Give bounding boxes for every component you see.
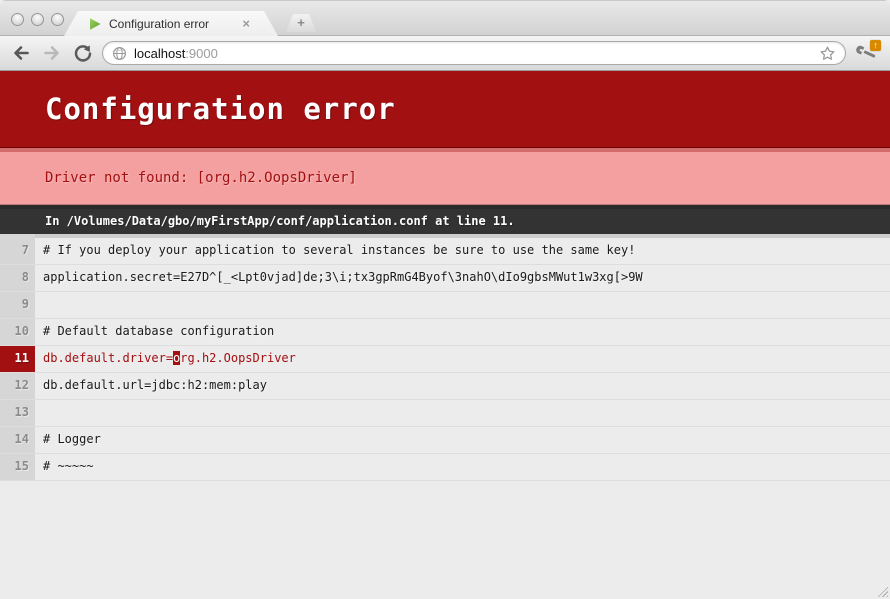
forward-button[interactable] bbox=[40, 41, 64, 65]
code-line-14: 14 # Logger bbox=[0, 427, 890, 454]
code-text: application.secret=E27D^[_<Lpt0vjad]de;3… bbox=[35, 265, 890, 291]
code-text bbox=[35, 400, 890, 426]
line-number: 9 bbox=[0, 292, 35, 318]
tab-close-icon[interactable]: × bbox=[242, 17, 250, 30]
code-text: db.default.url=jdbc:h2:mem:play bbox=[35, 373, 890, 399]
minimize-window-button[interactable] bbox=[31, 13, 44, 26]
resize-grip-icon[interactable] bbox=[875, 584, 888, 597]
url-host: localhost bbox=[134, 46, 185, 61]
code-line-10: 10 # Default database configuration bbox=[0, 319, 890, 346]
code-line-9: 9 bbox=[0, 292, 890, 319]
tab-title: Configuration error bbox=[109, 17, 209, 31]
wrench-menu-button[interactable]: ↑ bbox=[853, 40, 881, 66]
code-line-15: 15 # ~~~~~ bbox=[0, 454, 890, 481]
arrow-right-icon bbox=[42, 43, 62, 63]
error-page: Configuration error Driver not found: [o… bbox=[0, 71, 890, 481]
globe-icon bbox=[112, 46, 127, 61]
code-text: # If you deploy your application to seve… bbox=[35, 234, 890, 264]
code-text: # ~~~~~ bbox=[35, 454, 890, 480]
url-text: localhost:9000 bbox=[134, 46, 218, 61]
code-text-before-marker: db.default.driver= bbox=[43, 351, 173, 365]
code-text bbox=[35, 292, 890, 318]
line-number: 8 bbox=[0, 265, 35, 291]
code-text: # Logger bbox=[35, 427, 890, 453]
line-number: 13 bbox=[0, 400, 35, 426]
code-text-after-marker: rg.h2.OopsDriver bbox=[180, 351, 296, 365]
zoom-window-button[interactable] bbox=[51, 13, 64, 26]
line-number: 10 bbox=[0, 319, 35, 345]
line-number: 15 bbox=[0, 454, 35, 480]
browser-window: Configuration error × + bbox=[0, 0, 890, 599]
reload-button[interactable] bbox=[71, 41, 95, 65]
code-listing: 7 # If you deploy your application to se… bbox=[0, 234, 890, 481]
line-number: 12 bbox=[0, 373, 35, 399]
star-icon bbox=[819, 45, 836, 62]
arrow-left-icon bbox=[11, 43, 31, 63]
line-number: 11 bbox=[0, 346, 35, 372]
code-text: # Default database configuration bbox=[35, 319, 890, 345]
back-button[interactable] bbox=[9, 41, 33, 65]
play-favicon-icon bbox=[88, 17, 102, 31]
url-port: :9000 bbox=[185, 46, 218, 61]
tab-strip: Configuration error × + bbox=[0, 0, 890, 36]
new-tab-button[interactable]: + bbox=[286, 14, 316, 32]
code-line-7: 7 # If you deploy your application to se… bbox=[0, 234, 890, 265]
update-badge-icon: ↑ bbox=[870, 40, 881, 51]
code-line-13: 13 bbox=[0, 400, 890, 427]
code-text: db.default.driver=org.h2.OopsDriver bbox=[35, 346, 890, 372]
browser-tab[interactable]: Configuration error × bbox=[64, 11, 278, 36]
window-controls bbox=[11, 13, 64, 26]
close-window-button[interactable] bbox=[11, 13, 24, 26]
line-number: 7 bbox=[0, 234, 35, 264]
error-detail: Driver not found: [org.h2.OopsDriver] bbox=[0, 148, 890, 205]
plus-icon: + bbox=[297, 16, 305, 30]
code-line-11-error: 11 db.default.driver=org.h2.OopsDriver bbox=[0, 346, 890, 373]
code-line-8: 8 application.secret=E27D^[_<Lpt0vjad]de… bbox=[0, 265, 890, 292]
code-line-12: 12 db.default.url=jdbc:h2:mem:play bbox=[0, 373, 890, 400]
error-location-bar: In /Volumes/Data/gbo/myFirstApp/conf/app… bbox=[0, 205, 890, 234]
line-number: 14 bbox=[0, 427, 35, 453]
reload-icon bbox=[73, 43, 93, 63]
address-bar[interactable]: localhost:9000 bbox=[102, 41, 846, 65]
bookmark-star-button[interactable] bbox=[819, 45, 836, 62]
navigation-toolbar: localhost:9000 ↑ bbox=[0, 36, 890, 71]
page-title: Configuration error bbox=[0, 71, 890, 148]
